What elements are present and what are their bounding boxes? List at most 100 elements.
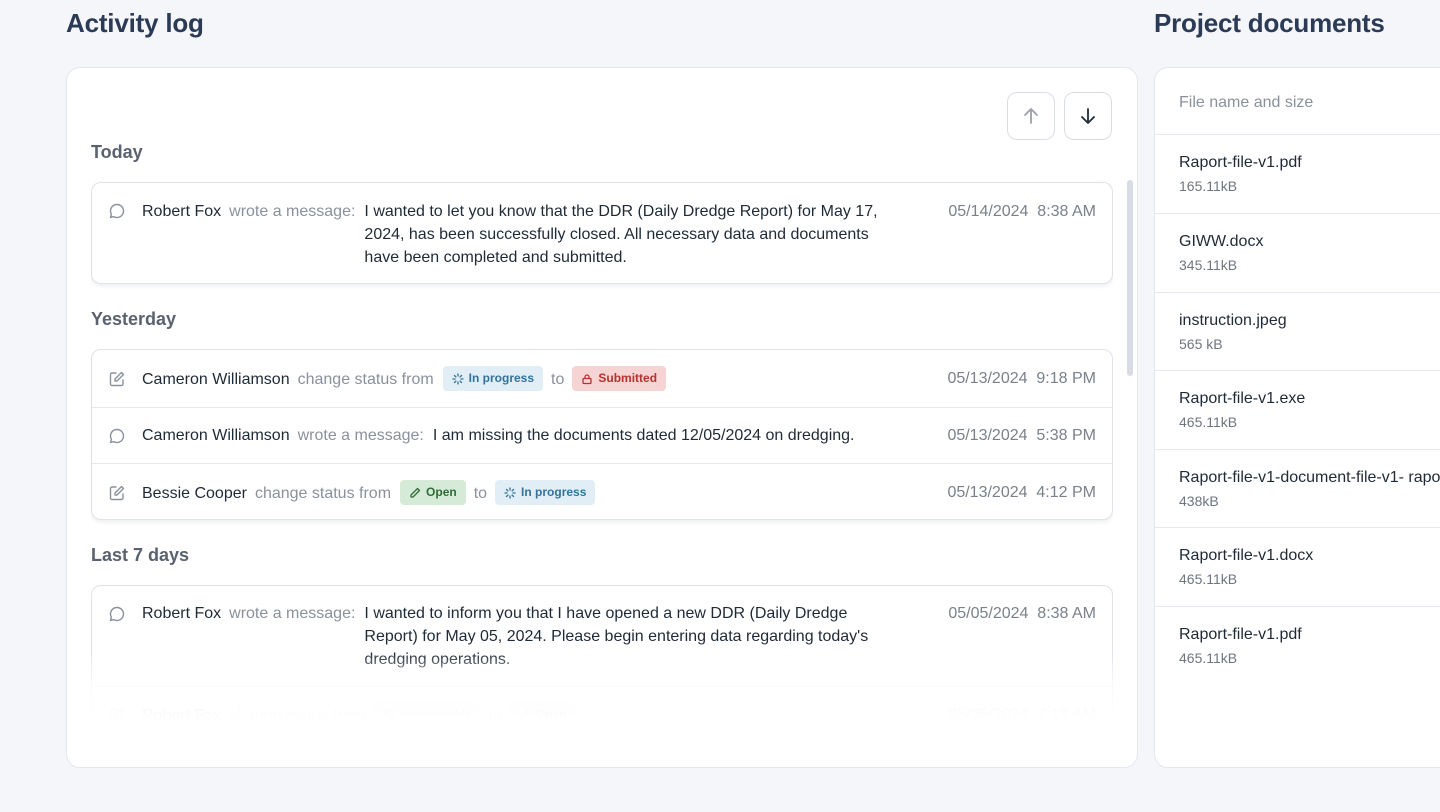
author-name: Robert Fox [142,605,222,622]
document-name: Raport-file-v1.exe [1179,390,1306,407]
chat-bubble-icon [108,202,126,220]
badge-label: Open [535,707,567,721]
document-size: 165.11kB [1179,178,1238,194]
status-badge-open: Open [400,480,466,505]
document-size: 438kB [1179,493,1219,509]
documents-divider [1155,370,1440,371]
date-text: 05/05/2024 [948,605,1029,622]
action-text: wrote a message: [229,203,356,220]
time-text: 8:38 AM [1037,203,1096,220]
action-text: change status from [254,485,392,502]
status-badge-open: Open [509,702,576,722]
author-name: Robert Fox [142,203,222,220]
edit-square-icon [108,370,126,388]
to-text: to [488,707,502,722]
message-text: I wanted to let you know that the DDR (D… [364,203,878,266]
project-documents-title: Project documents [1154,8,1385,38]
pencil-icon [520,709,531,720]
project-documents-card: File name and size Raport-file-v1.pdf 16… [1154,67,1440,768]
date-text: 05/05/2024 [948,706,1029,722]
timestamp: 05/05/2024 8:38 AM [948,602,1096,625]
activity-log-card: Today Robert Fox wrote a message: I want… [66,67,1138,768]
document-size: 465.11kB [1179,414,1238,430]
lock-icon [582,373,593,384]
document-item[interactable]: Raport-file-v1-document-file-v1- rapo 43… [1179,469,1440,509]
date-text: 05/14/2024 [948,203,1029,220]
activity-log-title: Activity log [66,8,204,38]
to-text: to [551,371,565,388]
group-label-today: Today [91,142,143,162]
date-text: 05/13/2024 [947,370,1028,387]
status-badge-inaccessible: Inaccessible [374,702,481,722]
message-text: I am missing the documents dated 12/05/2… [432,427,855,444]
pencil-icon [410,487,421,498]
activity-row[interactable]: Robert Fox change status from Inaccessib… [92,687,1112,722]
spinner-icon [504,486,516,499]
action-text: change status from [229,707,366,722]
message-text: I wanted to inform you that I have opene… [364,605,869,668]
document-name: Raport-file-v1.docx [1179,547,1314,564]
edit-square-icon [108,706,126,722]
sort-ascending-button[interactable] [1007,92,1055,140]
document-item[interactable]: GIWW.docx 345.11kB [1179,233,1440,273]
action-text: wrote a message: [229,605,356,622]
activity-row[interactable]: Robert Fox wrote a message: I wanted to … [92,183,1112,283]
time-text: 5:38 PM [1036,427,1096,444]
sort-descending-button[interactable] [1064,92,1112,140]
edit-square-icon [108,484,126,502]
badge-label: In progress [521,485,587,499]
status-badge-in-progress: In progress [495,480,596,505]
document-item[interactable]: Raport-file-v1.pdf 165.11kB [1179,154,1440,194]
documents-divider [1155,527,1440,528]
status-badge-in-progress: In progress [442,366,544,391]
author-name: Bessie Cooper [142,485,247,502]
action-text: change status from [297,371,434,388]
chat-bubble-icon [108,605,126,623]
arrow-up-icon [1024,108,1038,124]
date-text: 05/13/2024 [947,427,1028,444]
document-name: instruction.jpeg [1179,312,1287,329]
badge-label: Inaccessible [400,707,472,721]
document-item[interactable]: instruction.jpeg 565 kB [1179,312,1440,352]
timestamp: 05/14/2024 8:38 AM [948,200,1096,223]
arrow-down-icon [1081,108,1095,124]
author-name: Robert Fox [142,707,222,722]
activity-row[interactable]: Bessie Cooper change status from Open to… [92,464,1112,519]
document-size: 345.11kB [1179,257,1238,273]
group-last-7-days: Robert Fox wrote a message: I wanted to … [91,585,1113,722]
activity-scrollbar[interactable] [1127,180,1133,376]
date-text: 05/13/2024 [947,484,1028,501]
badge-label: Submitted [598,371,658,385]
document-name: Raport-file-v1-document-file-v1- rapo [1179,469,1440,486]
documents-divider [1155,606,1440,607]
document-item[interactable]: Raport-file-v1.pdf 465.11kB [1179,626,1440,666]
documents-divider [1155,292,1440,293]
to-text: to [473,485,488,502]
group-yesterday: Cameron Williamson change status from In… [91,349,1113,520]
timestamp: 05/05/2024 7:18 AM [948,703,1096,722]
badge-label: Open [426,485,457,499]
document-name: Raport-file-v1.pdf [1179,626,1302,643]
chat-bubble-icon [108,427,126,445]
document-item[interactable]: Raport-file-v1.exe 465.11kB [1179,390,1440,430]
action-text: wrote a message: [297,427,424,444]
timestamp: 05/13/2024 9:18 PM [947,367,1096,390]
badge-label: In progress [468,371,535,385]
documents-column-header: File name and size [1179,94,1314,111]
document-item[interactable]: Raport-file-v1.docx 465.11kB [1179,547,1440,587]
activity-row[interactable]: Cameron Williamson change status from In… [92,350,1112,408]
activity-row[interactable]: Robert Fox wrote a message: I wanted to … [92,586,1112,687]
status-badge-submitted: Submitted [572,366,667,391]
documents-divider [1155,213,1440,214]
timestamp: 05/13/2024 5:38 PM [947,424,1096,447]
document-size: 565 kB [1179,336,1223,352]
activity-row[interactable]: Cameron Williamson wrote a message: I am… [92,408,1112,464]
time-text: 8:38 AM [1037,605,1096,622]
document-name: GIWW.docx [1179,233,1264,250]
group-today: Robert Fox wrote a message: I wanted to … [91,182,1113,284]
author-name: Cameron Williamson [142,371,290,388]
document-name: Raport-file-v1.pdf [1179,154,1302,171]
author-name: Cameron Williamson [142,427,290,444]
time-text: 7:18 AM [1037,706,1096,722]
documents-divider [1155,134,1440,135]
